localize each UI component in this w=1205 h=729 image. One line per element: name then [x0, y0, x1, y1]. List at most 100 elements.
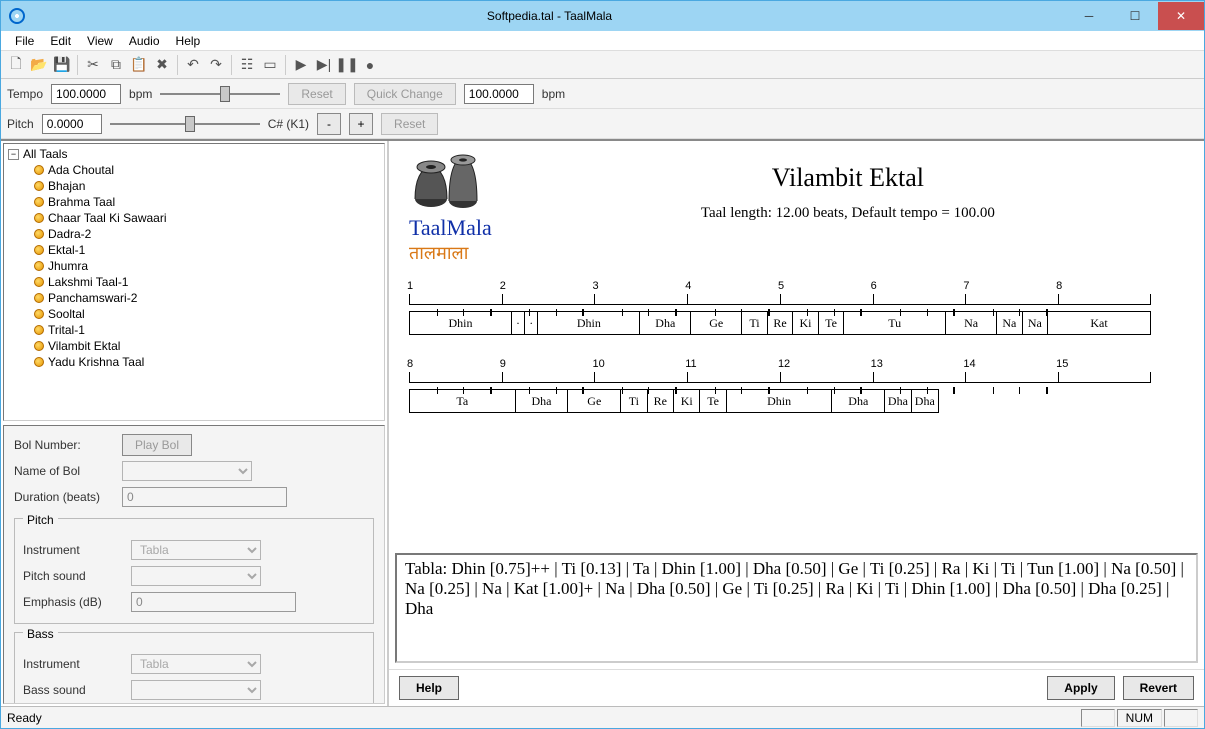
paste-icon[interactable]: 📋: [128, 54, 150, 76]
bol-cell[interactable]: Ge: [568, 390, 621, 412]
menu-file[interactable]: File: [7, 32, 42, 50]
record-icon[interactable]: ●: [359, 54, 381, 76]
collapse-icon[interactable]: −: [8, 149, 19, 160]
bullet-icon: [34, 245, 44, 255]
menu-view[interactable]: View: [79, 32, 121, 50]
pitch-plus-button[interactable]: +: [349, 113, 373, 135]
tempo2-input[interactable]: [464, 84, 534, 104]
taal-subtitle: Taal length: 12.00 beats, Default tempo …: [512, 205, 1184, 222]
status-num: NUM: [1117, 709, 1162, 727]
step-icon[interactable]: ▶|: [313, 54, 335, 76]
pitch-minus-button[interactable]: -: [317, 113, 341, 135]
save-icon[interactable]: 💾: [51, 54, 73, 76]
new-icon[interactable]: 🗋: [5, 54, 27, 76]
emphasis-label: Emphasis (dB): [23, 595, 123, 609]
tree-root[interactable]: − All Taals: [6, 146, 382, 162]
bullet-icon: [34, 341, 44, 351]
bol-row-1: Dhin··DhinDhaGeTiReKiTeTuNaNaNaKat: [409, 311, 1151, 335]
open-icon[interactable]: 📂: [28, 54, 50, 76]
status-bar: Ready NUM: [1, 706, 1204, 728]
bass-instrument-select[interactable]: Tabla: [131, 654, 261, 674]
revert-button[interactable]: Revert: [1123, 676, 1194, 700]
bol-cell[interactable]: Dhin: [538, 312, 640, 334]
emphasis-input[interactable]: [131, 592, 296, 612]
pitchsound-label: Pitch sound: [23, 569, 123, 583]
bass-sound-select[interactable]: [131, 680, 261, 700]
pitch-input[interactable]: [42, 114, 102, 134]
pitch-slider[interactable]: [110, 115, 260, 133]
bullet-icon: [34, 181, 44, 191]
bol-cell[interactable]: ·: [525, 312, 538, 334]
tree-item[interactable]: Jhumra: [6, 258, 382, 274]
tree-item[interactable]: Trital-1: [6, 322, 382, 338]
tree-item[interactable]: Sooltal: [6, 306, 382, 322]
apply-button[interactable]: Apply: [1047, 676, 1114, 700]
bol-cell[interactable]: ·: [512, 312, 525, 334]
bolname-select[interactable]: [122, 461, 252, 481]
tree-item[interactable]: Panchamswari-2: [6, 290, 382, 306]
tree-item[interactable]: Vilambit Ektal: [6, 338, 382, 354]
tool1-icon[interactable]: ☷: [236, 54, 258, 76]
undo-icon[interactable]: ↶: [182, 54, 204, 76]
minimize-button[interactable]: ─: [1066, 2, 1112, 30]
bol-cell[interactable]: Dhin: [727, 390, 833, 412]
duration-input[interactable]: [122, 487, 287, 507]
pitch-reset-button[interactable]: Reset: [381, 113, 438, 135]
tree-item[interactable]: Dadra-2: [6, 226, 382, 242]
tree-item[interactable]: Ektal-1: [6, 242, 382, 258]
tree-item[interactable]: Ada Choutal: [6, 162, 382, 178]
bol-cell[interactable]: Dha: [516, 390, 569, 412]
bol-cell[interactable]: Dha: [885, 390, 911, 412]
pause-icon[interactable]: ❚❚: [336, 54, 358, 76]
play-icon[interactable]: ▶: [290, 54, 312, 76]
pitchsound-select[interactable]: [131, 566, 261, 586]
menu-audio[interactable]: Audio: [121, 32, 168, 50]
status-seg3: [1164, 709, 1198, 727]
bol-cell[interactable]: Na: [1023, 312, 1049, 334]
bol-cell[interactable]: Dha: [912, 390, 938, 412]
close-button[interactable]: ✕: [1158, 2, 1204, 30]
tempo-unit: bpm: [129, 87, 152, 101]
copy-icon[interactable]: ⧉: [105, 54, 127, 76]
tree-item[interactable]: Brahma Taal: [6, 194, 382, 210]
bol-cell[interactable]: Dhin: [410, 312, 512, 334]
play-bol-button[interactable]: Play Bol: [122, 434, 192, 456]
menu-help[interactable]: Help: [168, 32, 209, 50]
bullet-icon: [34, 293, 44, 303]
menu-edit[interactable]: Edit: [42, 32, 79, 50]
tree-item[interactable]: Chaar Taal Ki Sawaari: [6, 210, 382, 226]
help-button[interactable]: Help: [399, 676, 459, 700]
bol-cell[interactable]: Ki: [674, 390, 700, 412]
delete-icon[interactable]: ✖: [151, 54, 173, 76]
quick-change-button[interactable]: Quick Change: [354, 83, 456, 105]
tempo-row: Tempo bpm Reset Quick Change bpm: [1, 79, 1204, 109]
bol-cell[interactable]: Te: [700, 390, 726, 412]
maximize-button[interactable]: ☐: [1112, 2, 1158, 30]
bolnum-label: Bol Number:: [14, 438, 114, 452]
bol-cell[interactable]: Ti: [742, 312, 768, 334]
taal-tree[interactable]: − All Taals Ada ChoutalBhajanBrahma Taal…: [3, 143, 385, 421]
bol-cell[interactable]: Re: [768, 312, 794, 334]
bol-cell[interactable]: Kat: [1048, 312, 1150, 334]
bol-cell[interactable]: Ge: [691, 312, 742, 334]
ruler-1: 12345678: [409, 287, 1184, 305]
bol-cell[interactable]: Ki: [793, 312, 819, 334]
tempo-slider[interactable]: [160, 85, 280, 103]
bol-text-output[interactable]: Tabla: Dhin [0.75]++ | Ti [0.13] | Ta | …: [395, 553, 1198, 663]
tool2-icon[interactable]: ▭: [259, 54, 281, 76]
tempo-reset-button[interactable]: Reset: [288, 83, 345, 105]
tree-item[interactable]: Yadu Krishna Taal: [6, 354, 382, 370]
bol-cell[interactable]: Ti: [621, 390, 647, 412]
tree-item[interactable]: Lakshmi Taal-1: [6, 274, 382, 290]
instrument-select[interactable]: Tabla: [131, 540, 261, 560]
bol-cell[interactable]: Te: [819, 312, 845, 334]
bol-cell[interactable]: Dha: [832, 390, 885, 412]
status-seg1: [1081, 709, 1115, 727]
redo-icon[interactable]: ↷: [205, 54, 227, 76]
cut-icon[interactable]: ✂: [82, 54, 104, 76]
bol-cell[interactable]: Re: [648, 390, 674, 412]
tree-item[interactable]: Bhajan: [6, 178, 382, 194]
brand-en: TaalMala: [409, 215, 492, 241]
bullet-icon: [34, 309, 44, 319]
tempo-input[interactable]: [51, 84, 121, 104]
